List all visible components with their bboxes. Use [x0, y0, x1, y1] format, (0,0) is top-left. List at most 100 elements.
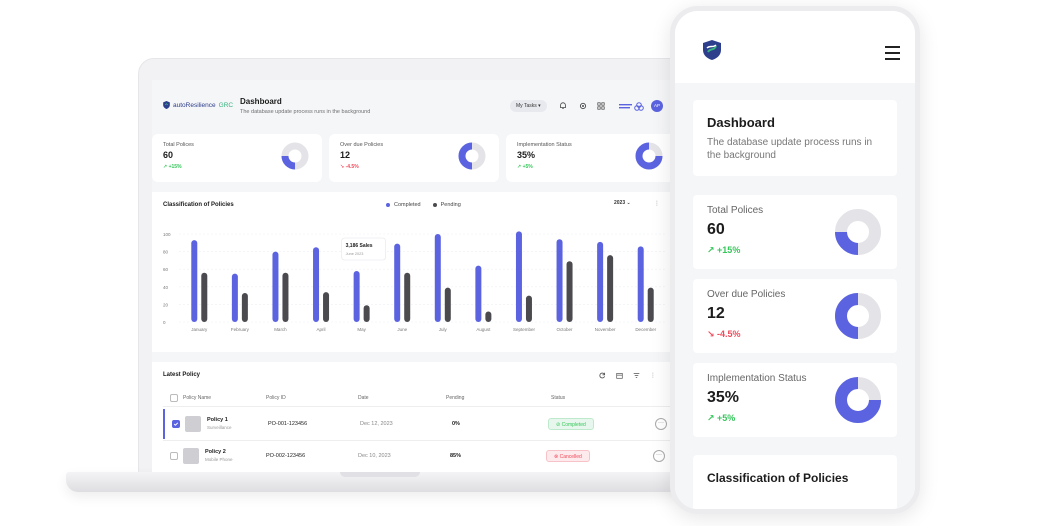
- row-checkbox[interactable]: [172, 420, 180, 428]
- donut-chart: [635, 142, 663, 170]
- legend-item-completed[interactable]: Completed: [386, 202, 421, 208]
- bar-pending: [241, 292, 248, 322]
- row-checkbox[interactable]: [170, 452, 178, 460]
- brand-logo[interactable]: autoResilience GRC: [163, 101, 233, 109]
- y-tick-label: 80: [163, 250, 169, 255]
- bar-completed: [353, 270, 360, 322]
- bar-chart: 100 80 60 40 20 0 January February March April May…: [163, 231, 666, 332]
- refresh-icon[interactable]: [598, 371, 606, 379]
- calendar-icon[interactable]: [615, 371, 623, 379]
- column-header-id[interactable]: Policy ID: [266, 395, 286, 401]
- apps-grid-icon[interactable]: [596, 101, 606, 111]
- stat-card-implementation-status[interactable]: Implementation Status 35% ↗ +5%: [693, 363, 897, 437]
- x-tick-label: December: [635, 327, 656, 332]
- y-tick-label: 20: [163, 302, 169, 307]
- brand-logo[interactable]: [695, 33, 729, 67]
- table-row[interactable]: Policy 2 Mobile Phone PO-002-123456 Dec …: [163, 441, 675, 471]
- section-title: Latest Policy: [163, 372, 201, 378]
- bar-completed: [475, 265, 482, 322]
- policy-id: PO-001-123456: [268, 421, 308, 427]
- stat-label: Total Polices: [707, 205, 764, 216]
- bar-completed: [597, 241, 604, 322]
- bar-pending: [607, 255, 614, 322]
- policy-owner: Mobile Phone: [205, 457, 233, 462]
- bar-completed: [191, 240, 198, 322]
- donut-chart: [835, 209, 881, 255]
- stat-card-implementation-status[interactable]: Implementation Status 35% ↗ +5%: [506, 134, 676, 182]
- donut-chart: [835, 293, 881, 339]
- x-tick-label: July: [439, 327, 448, 332]
- x-tick-label: August: [476, 327, 491, 332]
- bar-pending: [485, 311, 492, 322]
- classification-chart-card: Classification of Policies Completed Pen…: [152, 192, 686, 352]
- bell-icon[interactable]: [558, 101, 568, 111]
- legend-item-pending[interactable]: Pending: [432, 202, 461, 208]
- desktop-dashboard: autoResilience GRC Dashboard The database…: [152, 80, 686, 472]
- more-options-icon[interactable]: ⋮: [649, 371, 657, 379]
- filter-icon[interactable]: [632, 371, 640, 379]
- mobile-device: Dashboard The database update process ru…: [670, 6, 920, 514]
- stat-value: 35%: [517, 150, 536, 160]
- stat-card-total-policies[interactable]: Total Polices 60 ↗ +15%: [693, 195, 897, 269]
- bar-completed: [272, 251, 279, 322]
- stat-card-overdue-policies[interactable]: Over due Policies 12 ↘ -4.5%: [693, 279, 897, 353]
- y-tick-label: 100: [163, 232, 171, 237]
- stat-label: Over due Policies: [340, 142, 384, 148]
- stat-delta: ↗ +5%: [707, 413, 736, 423]
- bar-completed: [556, 239, 563, 322]
- bar-pending: [525, 295, 532, 322]
- select-all-checkbox[interactable]: [170, 394, 178, 402]
- x-tick-label: March: [274, 327, 287, 332]
- stat-label: Implementation Status: [517, 142, 572, 148]
- y-tick-label: 60: [163, 267, 169, 272]
- divider: [163, 406, 675, 407]
- tooltip-value: 3,186 Sales: [346, 243, 373, 249]
- policy-thumbnail: [185, 416, 201, 432]
- policy-name: Policy 2: [205, 449, 226, 455]
- x-tick-label: January: [191, 327, 208, 332]
- x-tick-label: April: [317, 327, 326, 332]
- year-dropdown[interactable]: 2023 ⌄: [614, 200, 631, 206]
- more-options-icon[interactable]: ⋮: [654, 200, 660, 207]
- bar-completed: [231, 273, 238, 322]
- donut-chart: [458, 142, 486, 170]
- stat-card-overdue-policies[interactable]: Over due Policies 12 ↘ -4.5%: [329, 134, 499, 182]
- top-bar: autoResilience GRC Dashboard The database…: [152, 80, 686, 128]
- stat-label: Total Polices: [163, 142, 194, 148]
- stat-value: 12: [340, 150, 351, 160]
- shield-logo-icon: [163, 101, 170, 109]
- latest-policy-card: Latest Policy ⋮ Policy Name Policy ID Da…: [152, 362, 686, 472]
- page-subtitle: The database update process runs in the …: [707, 137, 873, 161]
- stat-card-total-policies[interactable]: Total Polices 60 ↗ +15%: [152, 134, 322, 182]
- donut-chart: [835, 377, 881, 423]
- row-options-button[interactable]: ···: [653, 450, 665, 462]
- brand-name: autoResilience: [173, 101, 216, 109]
- x-tick-label: September: [513, 327, 536, 332]
- column-header-date[interactable]: Date: [358, 395, 369, 401]
- mobile-title-card: Dashboard The database update process ru…: [693, 100, 897, 176]
- bar-pending: [323, 292, 330, 322]
- column-header-status[interactable]: Status: [551, 395, 565, 401]
- my-tasks-button[interactable]: My Tasks ▾: [510, 100, 547, 112]
- stat-value: 35%: [707, 389, 740, 406]
- policy-pending: 0%: [452, 421, 460, 427]
- stat-value: 12: [707, 305, 725, 322]
- bar-completed: [394, 243, 401, 322]
- menu-icon[interactable]: [885, 46, 900, 64]
- table-row[interactable]: Policy 1 Surveillance PO-001-123456 Dec …: [163, 409, 675, 439]
- user-avatar[interactable]: AP: [651, 100, 663, 112]
- bar-completed: [515, 231, 522, 322]
- stat-delta: ↘ -4.5%: [340, 164, 359, 170]
- column-header-name[interactable]: Policy Name: [183, 395, 211, 401]
- row-options-button[interactable]: ···: [655, 418, 667, 430]
- bar-pending: [566, 261, 573, 322]
- x-tick-label: May: [357, 327, 366, 332]
- column-header-pending[interactable]: Pending: [446, 395, 464, 401]
- gear-icon[interactable]: [578, 101, 588, 111]
- bar-pending: [647, 287, 654, 322]
- x-tick-label: October: [557, 327, 574, 332]
- stat-delta: ↗ +15%: [163, 164, 182, 170]
- shield-logo-icon: [703, 40, 721, 60]
- mobile-classification-card: Classification of Policies: [693, 455, 897, 509]
- policy-thumbnail: [183, 448, 199, 464]
